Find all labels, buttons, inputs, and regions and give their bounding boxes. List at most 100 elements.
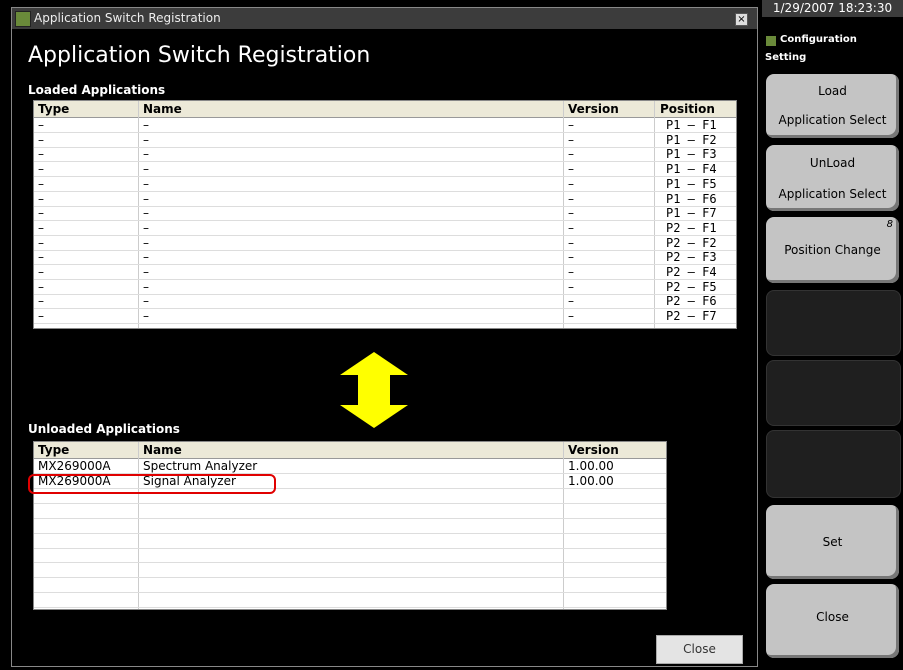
- softkey-number: 8: [886, 219, 893, 230]
- cell-name: –: [143, 265, 149, 279]
- col-type-header[interactable]: Type: [38, 443, 69, 457]
- load-application-select-button[interactable]: Load Application Select: [766, 74, 899, 138]
- cell-version: –: [568, 235, 574, 250]
- col-version-header[interactable]: Version: [568, 443, 619, 457]
- cell-version: –: [568, 206, 574, 221]
- config-title: Configuration: [780, 34, 857, 45]
- cell-type: –: [38, 294, 44, 309]
- softkey-empty: [766, 360, 901, 426]
- loaded-table-header: Type Name Version Position: [34, 101, 736, 118]
- cell-type: –: [38, 220, 44, 235]
- table-row[interactable]: – – – P2 – F7: [34, 309, 736, 325]
- window-title: Application Switch Registration: [34, 11, 221, 25]
- col-position-header[interactable]: Position: [660, 102, 715, 116]
- cell-position: P1 – F5: [666, 176, 717, 191]
- cell-version: –: [568, 309, 574, 324]
- table-row[interactable]: – – – P1 – F4: [34, 162, 736, 178]
- cell-position: P2 – F2: [666, 235, 717, 250]
- cell-type: –: [38, 176, 44, 191]
- table-row[interactable]: [34, 563, 666, 579]
- window-titlebar: Application Switch Registration ×: [12, 8, 757, 29]
- softkey-label: Position Change: [784, 243, 881, 257]
- table-row[interactable]: [34, 504, 666, 519]
- table-row[interactable]: – – – P1 – F5: [34, 177, 736, 192]
- swap-arrow-icon: [340, 352, 408, 428]
- cell-name: –: [143, 191, 149, 206]
- cell-version: –: [568, 147, 574, 162]
- cell-version: –: [568, 162, 574, 177]
- cell-version: –: [568, 265, 574, 279]
- cell-position: P1 – F6: [666, 191, 717, 206]
- table-row[interactable]: – – – P1 – F1: [34, 118, 736, 133]
- table-row[interactable]: – – – P1 – F7: [34, 206, 736, 222]
- cell-name: –: [143, 206, 149, 221]
- table-row[interactable]: [34, 534, 666, 549]
- datetime-display: 1/29/2007 18:23:30: [762, 0, 903, 17]
- cell-type: –: [38, 191, 44, 206]
- loaded-apps-table[interactable]: Type Name Version Position – – – P1 – F1– – –…: [33, 100, 737, 329]
- window-close-icon[interactable]: ×: [735, 13, 748, 26]
- cell-position: P2 – F1: [666, 220, 717, 235]
- table-row[interactable]: – – – P2 – F3: [34, 250, 736, 266]
- cell-type: –: [38, 206, 44, 221]
- cell-type: –: [38, 250, 44, 265]
- cell-type: MX269000A: [38, 459, 111, 473]
- cell-position: P2 – F5: [666, 279, 717, 294]
- cell-name: –: [143, 132, 149, 147]
- table-row[interactable]: – – – P1 – F2: [34, 133, 736, 148]
- cell-name: –: [143, 147, 149, 162]
- cell-name: –: [143, 220, 149, 235]
- table-row[interactable]: [34, 548, 666, 564]
- table-row[interactable]: [34, 578, 666, 594]
- softkey-label: Set: [822, 535, 843, 549]
- cell-version: –: [568, 250, 574, 265]
- table-row[interactable]: – – – P2 – F1: [34, 221, 736, 236]
- cell-name: –: [143, 279, 149, 294]
- cell-version: –: [568, 132, 574, 147]
- softkey-label: Load: [818, 84, 847, 98]
- table-row[interactable]: – – – P1 – F3: [34, 147, 736, 163]
- col-version-header[interactable]: Version: [568, 102, 619, 116]
- unloaded-apps-table[interactable]: Type Name Version MX269000A Spectrum Anal…: [33, 441, 667, 610]
- cell-type: –: [38, 279, 44, 294]
- softkey-sublabel: Application Select: [778, 113, 887, 127]
- col-name-header[interactable]: Name: [143, 102, 182, 116]
- cell-name: –: [143, 250, 149, 265]
- cell-name: –: [143, 176, 149, 191]
- cell-version: 1.00.00: [568, 473, 614, 488]
- loaded-apps-label: Loaded Applications: [28, 83, 166, 97]
- cell-type: –: [38, 265, 44, 279]
- table-row[interactable]: – – – P2 – F5: [34, 280, 736, 295]
- cell-type: –: [38, 162, 44, 177]
- table-row[interactable]: – – – P2 – F6: [34, 294, 736, 310]
- selection-highlight: [28, 474, 276, 494]
- table-row[interactable]: [34, 593, 666, 609]
- close-softkey-button[interactable]: Close: [766, 584, 899, 658]
- table-row[interactable]: [34, 519, 666, 534]
- cell-position: P2 – F6: [666, 294, 717, 309]
- unloaded-apps-label: Unloaded Applications: [28, 422, 180, 436]
- softkey-label: Close: [816, 610, 849, 624]
- col-name-header[interactable]: Name: [143, 443, 182, 457]
- cell-name: –: [143, 309, 149, 324]
- cell-position: P2 – F3: [666, 250, 717, 265]
- config-subtitle: Setting: [765, 52, 807, 63]
- dialog-close-button[interactable]: Close: [656, 635, 743, 664]
- unload-application-select-button[interactable]: UnLoad Application Select: [766, 145, 899, 211]
- table-row[interactable]: – – – P2 – F2: [34, 236, 736, 251]
- cell-position: P2 – F4: [666, 265, 717, 279]
- softkey-empty: [766, 290, 901, 356]
- cell-version: –: [568, 294, 574, 309]
- table-row[interactable]: MX269000A Spectrum Analyzer 1.00.00: [34, 459, 666, 474]
- unloaded-table-header: Type Name Version: [34, 442, 666, 459]
- config-section-header: Configuration Setting: [762, 30, 903, 70]
- cell-version: –: [568, 279, 574, 294]
- cell-type: –: [38, 132, 44, 147]
- set-button[interactable]: Set: [766, 505, 899, 579]
- position-change-button[interactable]: 8 Position Change: [766, 217, 899, 283]
- cell-name: Spectrum Analyzer: [143, 459, 258, 473]
- col-type-header[interactable]: Type: [38, 102, 69, 116]
- cell-name: –: [143, 162, 149, 177]
- table-row[interactable]: – – – P2 – F4: [34, 265, 736, 280]
- table-row[interactable]: – – – P1 – F6: [34, 192, 736, 207]
